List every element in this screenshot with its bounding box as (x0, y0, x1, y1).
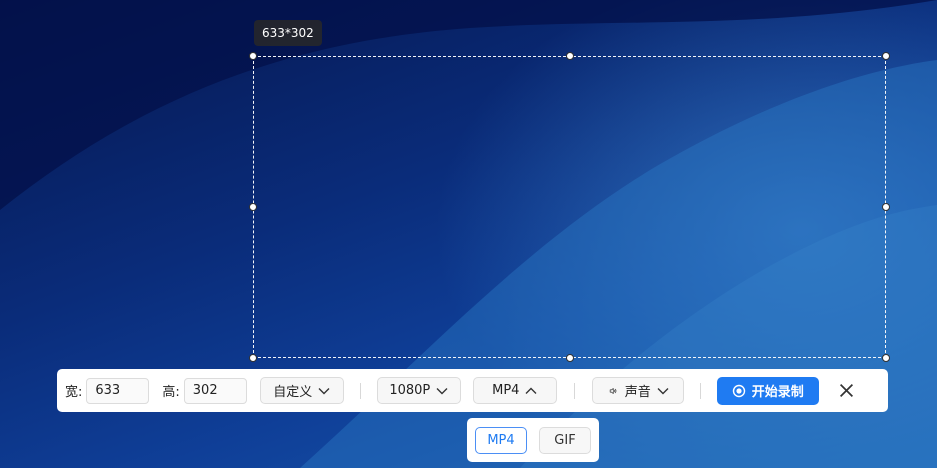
selection-size-tooltip: 633*302 (254, 20, 322, 46)
resize-handle-top-left[interactable] (249, 52, 257, 60)
close-button[interactable] (837, 381, 857, 401)
resize-handle-bottom[interactable] (566, 354, 574, 362)
chevron-up-icon (525, 387, 537, 394)
aspect-ratio-dropdown[interactable]: 自定义 (259, 377, 344, 404)
chevron-down-icon (318, 387, 330, 394)
start-recording-button[interactable]: 开始录制 (716, 376, 819, 405)
format-option-gif[interactable]: GIF (539, 426, 591, 454)
resolution-dropdown[interactable]: 1080P (376, 377, 461, 404)
sound-dropdown[interactable]: 声音 (591, 377, 684, 404)
width-input[interactable] (86, 377, 150, 404)
chevron-down-icon (436, 387, 448, 394)
toolbar-divider (359, 382, 361, 399)
toolbar-divider (573, 382, 575, 399)
resolution-value: 1080P (389, 383, 431, 398)
record-icon (732, 384, 745, 397)
resize-handle-bottom-left[interactable] (249, 354, 257, 362)
format-value: MP4 (492, 383, 520, 398)
speaker-icon (609, 387, 617, 394)
toolbar-divider (699, 382, 701, 399)
aspect-ratio-value: 自定义 (273, 385, 313, 400)
resize-handle-left[interactable] (249, 203, 257, 211)
chevron-down-icon (657, 387, 669, 394)
close-icon (840, 384, 854, 397)
width-label: 宽: (65, 385, 83, 400)
resize-handle-bottom-right[interactable] (882, 354, 890, 362)
height-label: 高: (162, 385, 180, 400)
resize-handle-top-right[interactable] (882, 52, 890, 60)
resize-handle-right[interactable] (882, 203, 890, 211)
format-option-mp4[interactable]: MP4 (475, 426, 527, 454)
format-dropdown[interactable]: MP4 (472, 377, 557, 404)
format-menu: MP4 GIF (467, 418, 599, 462)
height-input[interactable] (183, 377, 247, 404)
resize-handle-top[interactable] (566, 52, 574, 60)
sound-value: 声音 (624, 385, 651, 400)
recording-toolbar: 宽: 高: 自定义 1080P MP4 声音 开始录制 (57, 369, 888, 412)
capture-region[interactable] (249, 52, 890, 362)
start-recording-label: 开始录制 (751, 385, 804, 400)
